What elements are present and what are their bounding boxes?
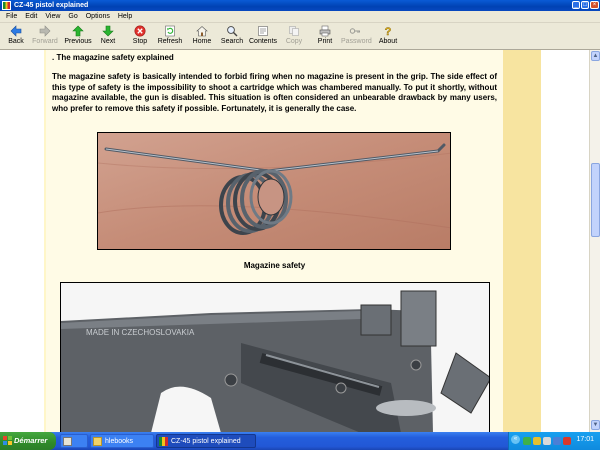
next-button[interactable]: Next xyxy=(97,25,119,49)
scroll-down-button[interactable]: ▼ xyxy=(591,420,600,430)
title-bar: CZ-45 pistol explained _ □ × xyxy=(0,0,600,11)
page-body: . The magazine safety explained The maga… xyxy=(46,50,503,432)
antivirus-icon[interactable] xyxy=(563,437,571,445)
monitor-icon[interactable] xyxy=(553,437,561,445)
photo-caption: Magazine safety xyxy=(243,261,306,270)
menu-help[interactable]: Help xyxy=(114,11,136,22)
home-button[interactable]: Home xyxy=(191,25,213,49)
up-arrow-icon xyxy=(72,25,84,37)
left-margin xyxy=(0,50,44,432)
down-arrow-icon xyxy=(102,25,114,37)
menu-go[interactable]: Go xyxy=(64,11,81,22)
previous-button[interactable]: Previous xyxy=(63,25,93,49)
taskbar: Démarrer hlebooks CZ-45 pistol explained… xyxy=(0,432,600,450)
right-margin xyxy=(541,50,589,432)
copy-icon xyxy=(288,25,300,37)
print-button[interactable]: Print xyxy=(316,25,334,49)
document-viewport[interactable]: . The magazine safety explained The maga… xyxy=(0,50,589,432)
menu-view[interactable]: View xyxy=(41,11,64,22)
window-title: CZ-45 pistol explained xyxy=(14,2,89,9)
clock: 17:01 xyxy=(576,436,594,443)
shield-icon[interactable] xyxy=(533,437,541,445)
speaker-icon[interactable] xyxy=(543,437,551,445)
folder-icon xyxy=(93,437,102,446)
scroll-up-button[interactable]: ▲ xyxy=(591,51,600,61)
search-icon xyxy=(226,25,238,37)
right-band xyxy=(503,50,541,432)
password-button[interactable]: Password xyxy=(341,25,372,49)
contents-button[interactable]: Contents xyxy=(249,25,277,49)
app-icon xyxy=(2,1,11,10)
forward-button[interactable]: Forward xyxy=(30,25,60,49)
app-icon xyxy=(159,437,168,446)
taskbar-item-cz45[interactable]: CZ-45 pistol explained xyxy=(156,434,256,448)
close-button[interactable]: × xyxy=(590,1,599,9)
home-icon xyxy=(196,25,208,37)
toolbar: Back Forward Previous Next Stop Refresh … xyxy=(0,23,600,50)
menu-file[interactable]: File xyxy=(2,11,21,22)
stop-button[interactable]: Stop xyxy=(129,25,151,49)
about-button[interactable]: ? About xyxy=(377,25,399,49)
search-button[interactable]: Search xyxy=(220,25,244,49)
pistol-frame-photo: MADE IN CZECHOSLOVAKIA xyxy=(60,282,490,432)
svg-text:?: ? xyxy=(385,26,392,37)
body-paragraph: The magazine safety is basically intende… xyxy=(52,72,497,113)
stop-icon xyxy=(134,25,146,37)
refresh-button[interactable]: Refresh xyxy=(157,25,183,49)
printer-icon xyxy=(319,25,331,37)
taskbar-item-hlebooks[interactable]: hlebooks xyxy=(90,434,154,448)
menu-options[interactable]: Options xyxy=(82,11,114,22)
system-tray: « 17:01 xyxy=(508,432,600,450)
back-arrow-icon xyxy=(10,25,22,37)
taskbar-item-blank[interactable] xyxy=(60,434,88,448)
minimize-button[interactable]: _ xyxy=(572,1,580,9)
scroll-thumb[interactable] xyxy=(591,163,600,237)
refresh-icon xyxy=(164,25,176,37)
engraving-text: MADE IN CZECHOSLOVAKIA xyxy=(86,328,195,337)
network-icon[interactable] xyxy=(523,437,531,445)
window-icon xyxy=(63,437,72,446)
menu-bar: File Edit View Go Options Help xyxy=(0,11,600,23)
section-heading: . The magazine safety explained xyxy=(52,53,174,62)
maximize-button[interactable]: □ xyxy=(581,1,589,9)
vertical-scrollbar[interactable]: ▲ ▼ xyxy=(589,50,600,432)
tray-expand-icon[interactable]: « xyxy=(511,435,520,444)
question-icon: ? xyxy=(382,25,394,37)
forward-arrow-icon xyxy=(39,25,51,37)
contents-icon xyxy=(257,25,269,37)
magazine-safety-photo xyxy=(97,132,451,250)
copy-button[interactable]: Copy xyxy=(285,25,303,49)
key-icon xyxy=(349,25,361,37)
menu-edit[interactable]: Edit xyxy=(21,11,41,22)
windows-flag-icon xyxy=(3,436,13,446)
start-button[interactable]: Démarrer xyxy=(0,432,56,450)
back-button[interactable]: Back xyxy=(4,25,28,49)
